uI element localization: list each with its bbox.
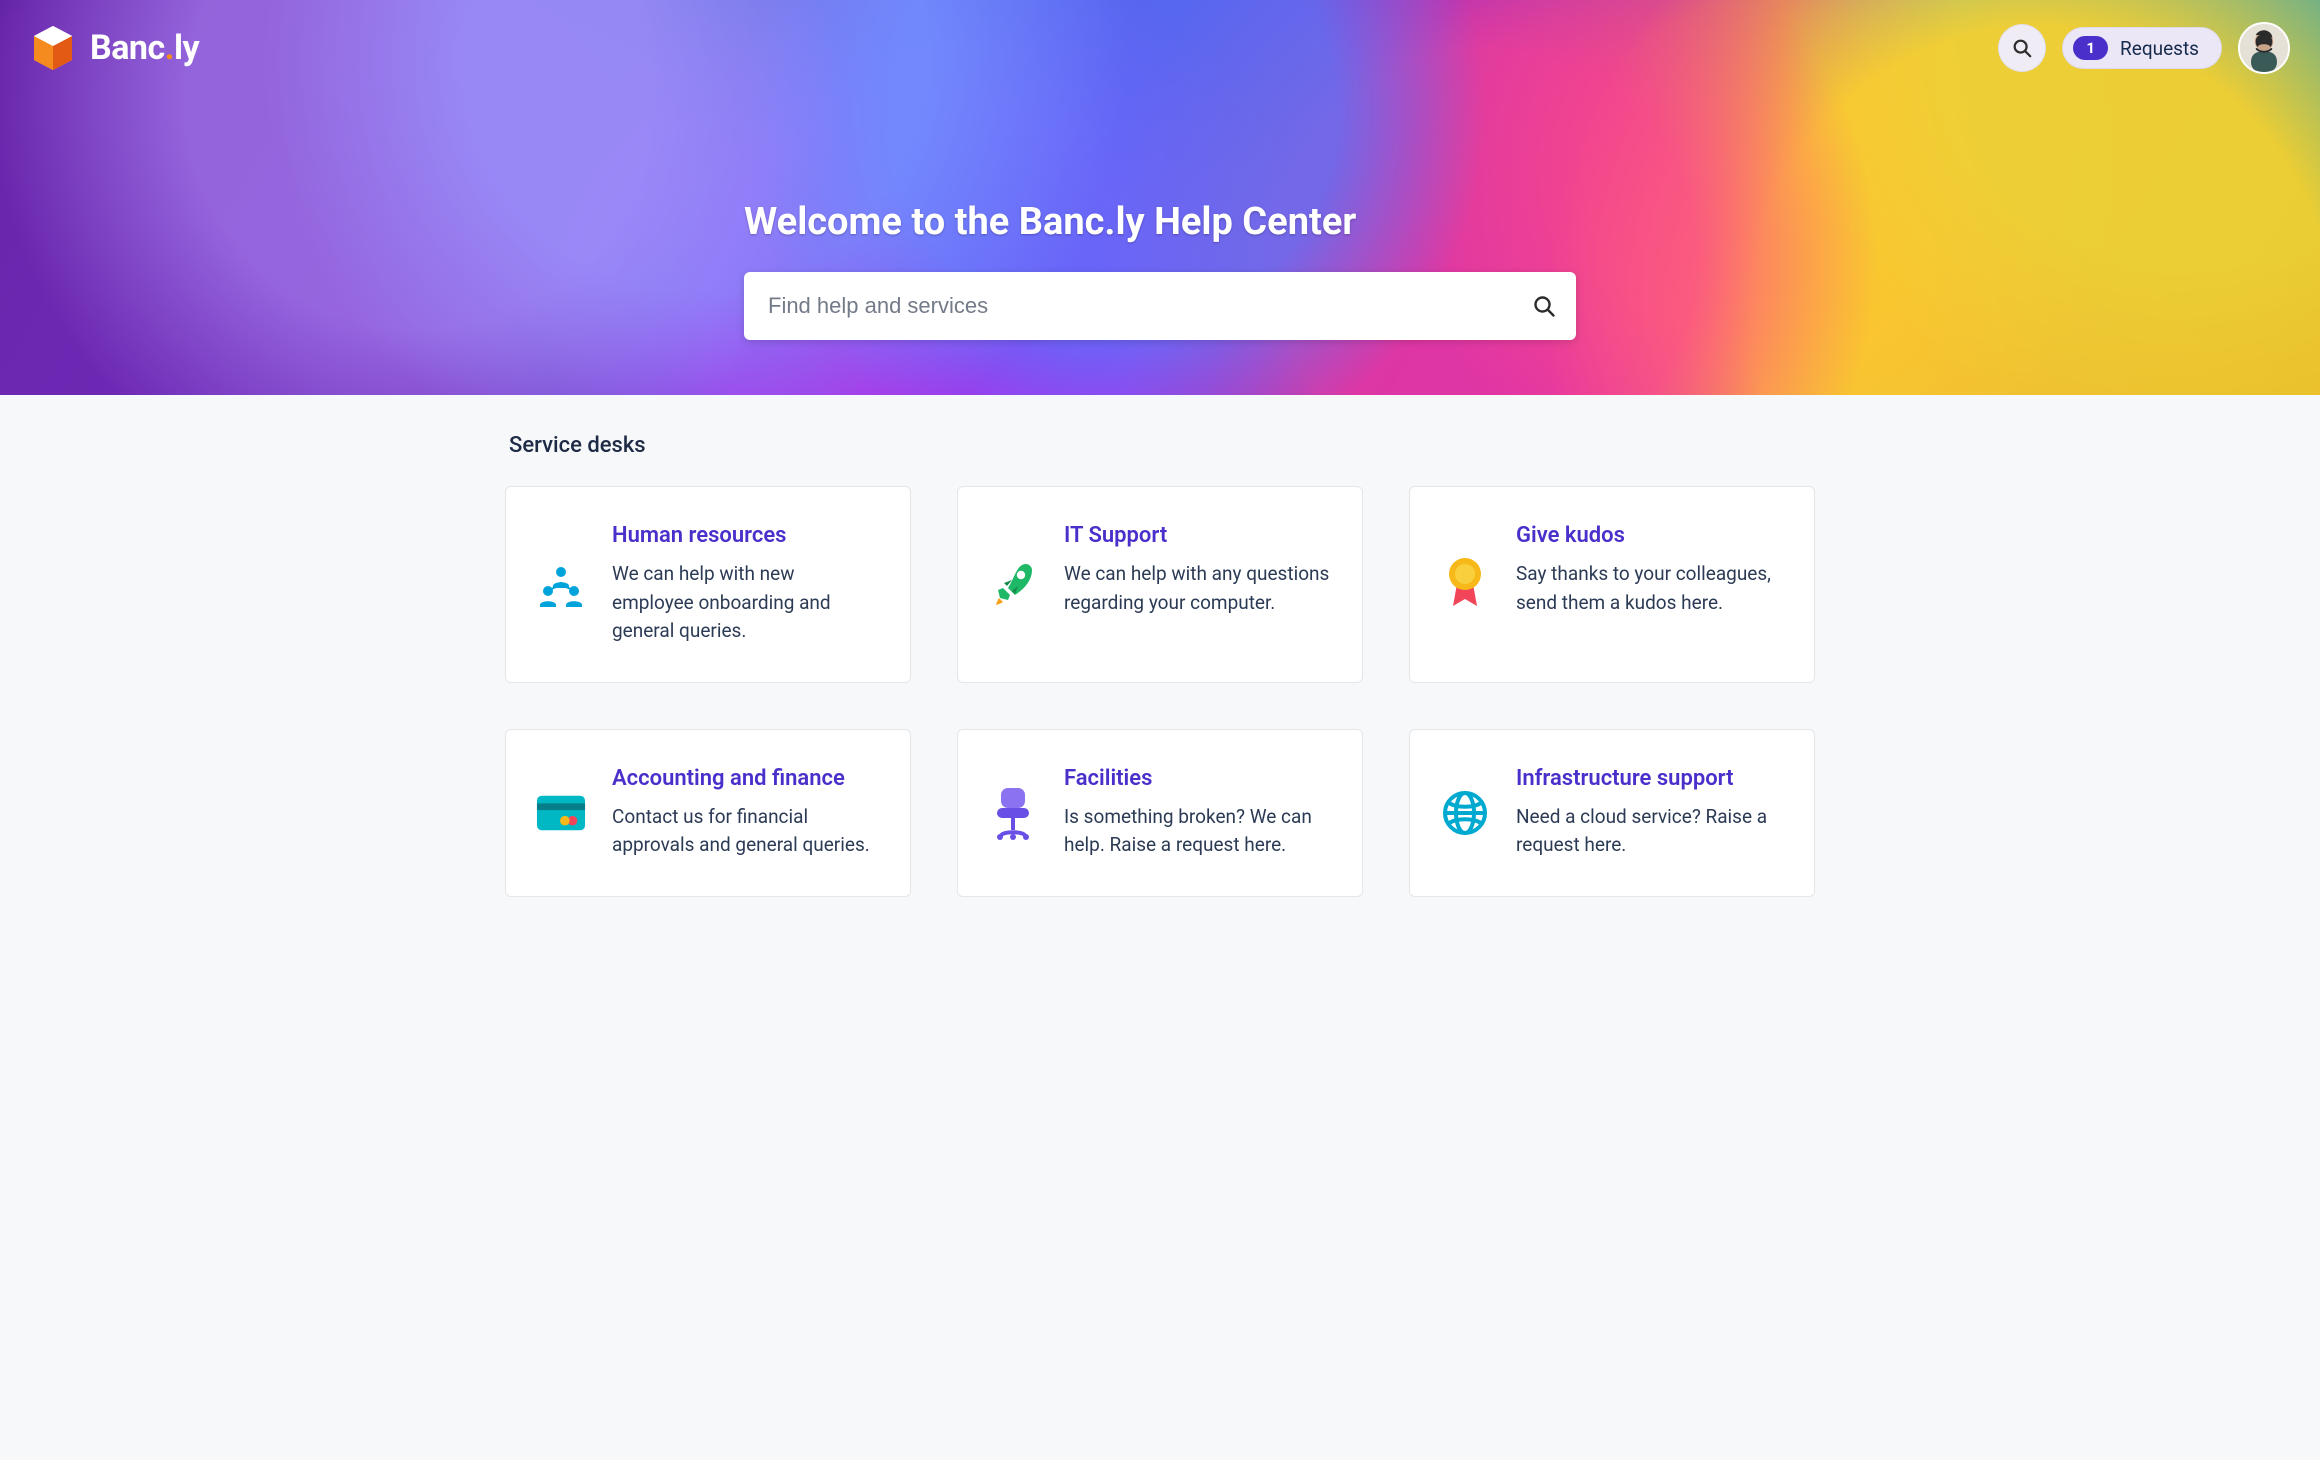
credit-card-icon [536, 766, 586, 860]
card-title: Facilities [1064, 766, 1330, 791]
desk-card-give-kudos[interactable]: Give kudos Say thanks to your colleagues… [1409, 486, 1815, 683]
hero-content: Welcome to the Banc.ly Help Center [744, 0, 1576, 340]
brand-name: Banc.ly [90, 28, 199, 68]
card-description: We can help with new employee onboarding… [612, 560, 878, 646]
user-avatar[interactable] [2238, 22, 2290, 74]
service-desk-grid: Human resources We can help with new emp… [505, 486, 1815, 897]
brand-mark-icon [30, 24, 76, 72]
hero-banner: Banc.ly 1 Requests [0, 0, 2320, 395]
header-search-button[interactable] [1998, 24, 2046, 72]
card-description: Say thanks to your colleagues, send them… [1516, 560, 1782, 617]
card-description: We can help with any questions regarding… [1064, 560, 1330, 617]
desk-card-it-support[interactable]: IT Support We can help with any question… [957, 486, 1363, 683]
requests-label: Requests [2120, 37, 2199, 60]
chair-icon [988, 766, 1038, 860]
section-title: Service desks [505, 433, 1815, 458]
requests-button[interactable]: 1 Requests [2062, 27, 2222, 69]
card-description: Need a cloud service? Raise a request he… [1516, 803, 1782, 860]
desk-card-infrastructure-support[interactable]: Infrastructure support Need a cloud serv… [1409, 729, 1815, 897]
card-title: Accounting and finance [612, 766, 878, 791]
people-icon [536, 523, 586, 646]
desk-card-accounting-finance[interactable]: Accounting and finance Contact us for fi… [505, 729, 911, 897]
globe-icon [1440, 766, 1490, 860]
hero-title: Welcome to the Banc.ly Help Center [744, 200, 1576, 244]
card-description: Is something broken? We can help. Raise … [1064, 803, 1330, 860]
requests-count-badge: 1 [2073, 36, 2108, 60]
award-icon [1440, 523, 1490, 646]
hero-search-input[interactable] [768, 293, 1532, 319]
card-title: Infrastructure support [1516, 766, 1782, 791]
card-title: Human resources [612, 523, 878, 548]
search-icon [2011, 37, 2033, 59]
card-title: Give kudos [1516, 523, 1782, 548]
card-title: IT Support [1064, 523, 1330, 548]
search-icon [1532, 294, 1556, 318]
rocket-icon [988, 523, 1038, 646]
hero-search-bar[interactable] [744, 272, 1576, 340]
desk-card-facilities[interactable]: Facilities Is something broken? We can h… [957, 729, 1363, 897]
desk-card-human-resources[interactable]: Human resources We can help with new emp… [505, 486, 911, 683]
card-description: Contact us for financial approvals and g… [612, 803, 878, 860]
brand-logo[interactable]: Banc.ly [30, 24, 199, 72]
main-content: Service desks Human resources [505, 395, 1815, 953]
